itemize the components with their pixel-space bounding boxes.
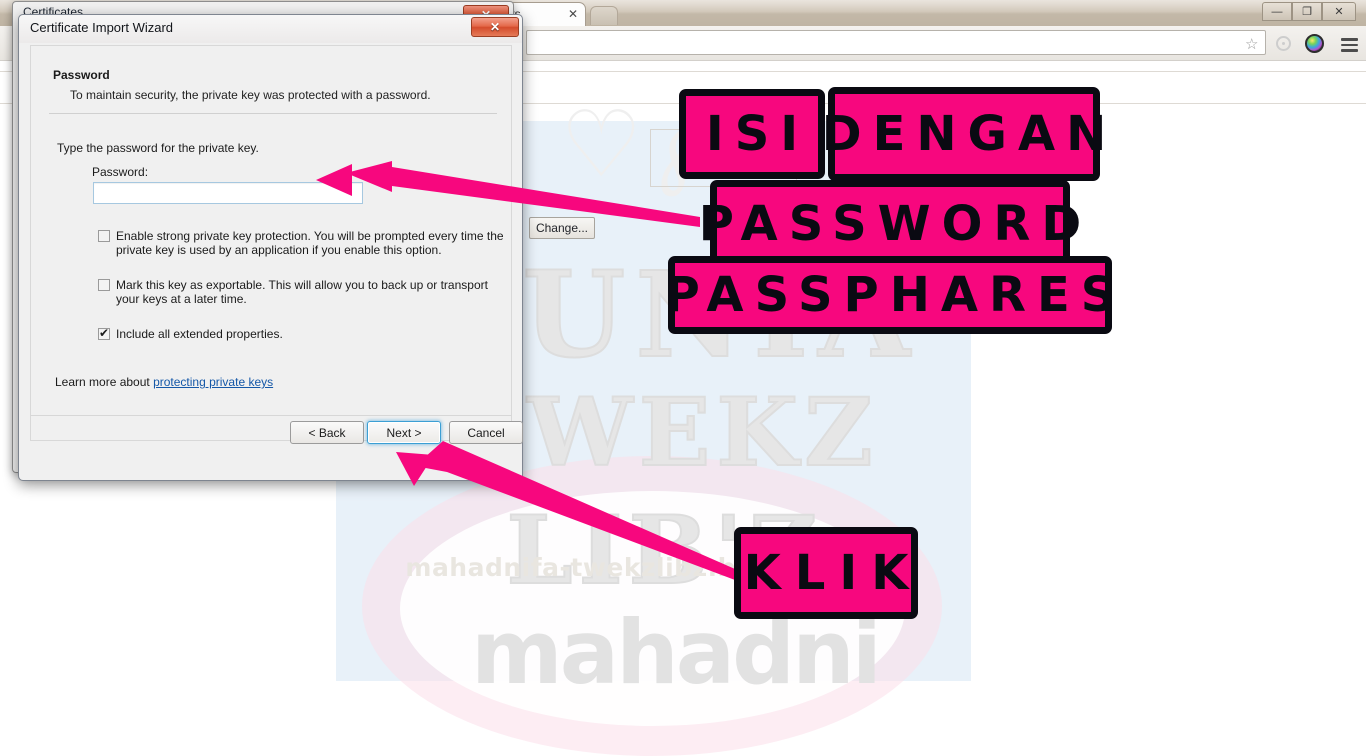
wizard-title: Certificate Import Wizard bbox=[30, 20, 174, 35]
checkbox-enable-strong-protection[interactable]: Enable strong private key protection. Yo… bbox=[98, 229, 511, 257]
new-tab-button[interactable] bbox=[590, 6, 618, 25]
wizard-step-subtitle: To maintain security, the private key wa… bbox=[70, 88, 431, 102]
window-maximize-button[interactable]: ❐ bbox=[1292, 2, 1322, 21]
checkbox-box[interactable] bbox=[98, 230, 110, 242]
password-label: Password: bbox=[92, 165, 149, 179]
protecting-private-keys-link[interactable]: protecting private keys bbox=[153, 375, 273, 389]
checkbox-box[interactable] bbox=[98, 326, 110, 340]
wizard-titlebar: Certificate Import Wizard ✕ bbox=[19, 15, 522, 43]
wizard-body: Password To maintain security, the priva… bbox=[30, 45, 512, 441]
address-bar[interactable] bbox=[526, 30, 1266, 55]
wizard-header-divider bbox=[49, 113, 497, 114]
wizard-step-title: Password bbox=[53, 68, 110, 82]
color-ball-icon[interactable] bbox=[1305, 34, 1324, 53]
annotation-box-password: PASSWORD bbox=[699, 180, 1081, 268]
checkbox-include-extended-properties[interactable]: Include all extended properties. bbox=[98, 326, 511, 341]
next-button[interactable]: Next > bbox=[367, 421, 441, 444]
tab-close-icon[interactable]: ✕ bbox=[568, 7, 578, 21]
checkbox-label: Include all extended properties. bbox=[116, 327, 283, 341]
wizard-close-button[interactable]: ✕ bbox=[471, 17, 519, 37]
certificate-import-wizard-dialog: Certificate Import Wizard ✕ Password To … bbox=[18, 14, 523, 481]
window-minimize-button[interactable]: — bbox=[1262, 2, 1292, 21]
annotation-box-dengan: DENGAN bbox=[822, 87, 1106, 181]
checkbox-label: Mark this key as exportable. This will a… bbox=[116, 278, 488, 306]
circle-icon[interactable] bbox=[1276, 36, 1291, 51]
learn-more-prefix: Learn more about bbox=[55, 375, 154, 389]
annotation-box-passphares: PASSPHARES bbox=[665, 256, 1115, 334]
learn-more-text: Learn more about protecting private keys bbox=[55, 375, 273, 389]
wizard-footer-divider bbox=[30, 415, 512, 416]
back-button[interactable]: < Back bbox=[290, 421, 364, 444]
cancel-button[interactable]: Cancel bbox=[449, 421, 523, 444]
checkbox-box[interactable] bbox=[98, 279, 110, 291]
checkbox-label: Enable strong private key protection. Yo… bbox=[116, 229, 504, 257]
password-input[interactable] bbox=[93, 182, 363, 204]
wizard-instruction: Type the password for the private key. bbox=[57, 141, 259, 155]
annotation-box-klik: KLIK bbox=[734, 527, 918, 619]
hamburger-menu-icon[interactable] bbox=[1341, 38, 1358, 55]
annotation-box-isi: ISI bbox=[679, 89, 825, 179]
window-close-button[interactable]: ✕ bbox=[1322, 2, 1356, 21]
bookmark-star-icon[interactable]: ☆ bbox=[1245, 35, 1258, 53]
checkbox-mark-exportable[interactable]: Mark this key as exportable. This will a… bbox=[98, 278, 518, 306]
change-button[interactable]: Change... bbox=[529, 217, 595, 239]
